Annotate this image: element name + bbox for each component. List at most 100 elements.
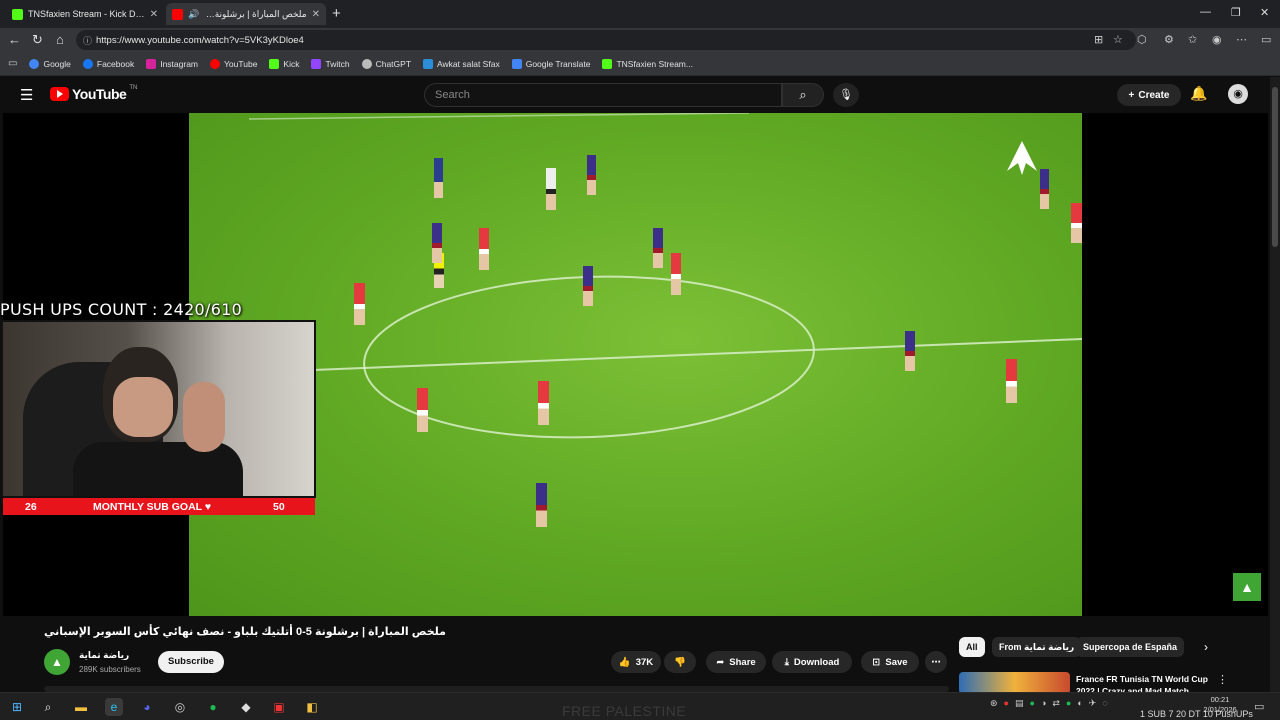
tab-kick-dashboard[interactable]: TNSfaxien Stream - Kick Dashboar ✕: [6, 3, 164, 25]
save-button[interactable]: ⊡ Save: [861, 651, 919, 673]
close-tab-icon[interactable]: ✕: [312, 9, 320, 20]
star-icon[interactable]: ☆: [1113, 33, 1123, 46]
bookmark-awkat-salat[interactable]: Awkat salat Sfax: [423, 58, 500, 69]
new-tab-button[interactable]: +: [332, 5, 341, 22]
bookmark-label: TNSfaxien Stream...: [616, 58, 693, 69]
tray-icon[interactable]: ▤: [1015, 698, 1024, 709]
tray-icon[interactable]: ◐: [1077, 698, 1082, 709]
recommended-video-title[interactable]: France FR Tunisia TN World Cup 2022 | Cr…: [1076, 673, 1216, 693]
bookmark-tnsfaxien-stream[interactable]: TNSfaxien Stream...: [602, 58, 693, 69]
tray-icon[interactable]: ⇄: [1052, 698, 1060, 709]
bookmark-google-translate[interactable]: Google Translate: [511, 58, 590, 69]
tray-icon[interactable]: ●: [1030, 698, 1035, 709]
search-input[interactable]: Search: [424, 83, 782, 107]
chip-from-channel[interactable]: From رياضة تماية: [992, 637, 1082, 657]
channel-branding-icon[interactable]: ▲: [1233, 573, 1261, 601]
share-icon: ➦: [716, 656, 725, 668]
maximize-button[interactable]: ❐: [1231, 6, 1241, 19]
url-field[interactable]: ⓘ https://www.youtube.com/watch?v=5VK3yK…: [76, 30, 1136, 50]
instagram-icon: [146, 58, 157, 69]
more-menu-icon[interactable]: ⋯: [1236, 33, 1247, 46]
bookmark-chatgpt[interactable]: ChatGPT: [361, 58, 411, 69]
app-icon[interactable]: ◆: [237, 698, 255, 716]
extensions-icon[interactable]: ⬡: [1137, 33, 1147, 46]
discord-icon[interactable]: ◕: [138, 698, 156, 716]
download-button[interactable]: ⤓ Download: [772, 651, 852, 673]
bookmark-kick[interactable]: Kick: [269, 58, 299, 69]
search-icon[interactable]: ⌕: [39, 698, 57, 716]
share-button[interactable]: ➦ Share: [706, 651, 766, 673]
voice-search-button[interactable]: 🎙: [833, 83, 859, 107]
clock-time: 00:21: [1210, 695, 1230, 704]
install-app-icon[interactable]: ⊞: [1094, 33, 1103, 46]
bookmark-facebook[interactable]: Facebook: [82, 58, 134, 69]
bookmark-google[interactable]: Google: [29, 58, 71, 69]
notifications-bell-icon[interactable]: 🔔: [1190, 85, 1207, 102]
youtube-logo[interactable]: YouTube TN: [50, 85, 137, 102]
like-count: 37K: [635, 656, 654, 668]
reload-icon[interactable]: ↻: [32, 32, 43, 48]
close-tab-icon[interactable]: ✕: [150, 9, 158, 20]
bookmark-twitch[interactable]: Twitch: [311, 58, 350, 69]
tray-icon[interactable]: ◌: [1102, 698, 1107, 709]
account-avatar[interactable]: ◉: [1228, 84, 1248, 104]
chip-all[interactable]: All: [959, 637, 985, 657]
site-info-icon[interactable]: ⓘ: [83, 34, 92, 47]
download-icon: ⤓: [784, 656, 789, 668]
browser-tab-strip: TNSfaxien Stream - Kick Dashboar ✕ 🔊 ملخ…: [0, 0, 1280, 28]
channel-name[interactable]: رياضة تماية: [79, 650, 129, 661]
page-scrollbar[interactable]: [1270, 77, 1280, 692]
recommended-video-thumbnail[interactable]: [959, 672, 1070, 694]
search-button[interactable]: ⌕: [782, 83, 824, 107]
bookmark-youtube[interactable]: YouTube: [210, 58, 258, 69]
extension-icon[interactable]: ⚙: [1164, 33, 1174, 46]
more-actions-button[interactable]: ⋯: [925, 651, 947, 673]
spotify-icon[interactable]: ●: [204, 698, 222, 716]
kick-icon: [12, 8, 23, 20]
menu-icon[interactable]: ☰: [20, 86, 33, 104]
streamlabs-icon[interactable]: ▣: [270, 698, 288, 716]
system-clock[interactable]: 00:21 2/01/2026: [1200, 695, 1240, 715]
chevron-right-icon[interactable]: ›: [1204, 640, 1208, 654]
create-button[interactable]: + Create: [1117, 84, 1181, 106]
tray-icon[interactable]: ⊛: [990, 698, 998, 709]
streamer-face: [113, 377, 173, 437]
streamer-hand: [183, 382, 225, 452]
bookmark-label: Awkat salat Sfax: [437, 58, 500, 69]
sidebar-icon[interactable]: ▭: [1261, 33, 1271, 46]
youtube-icon: [172, 8, 183, 20]
tab-youtube-video[interactable]: 🔊 ملخص المباراة | برشلونة 5-0 أتل ✕: [166, 3, 326, 25]
file-explorer-icon[interactable]: ▬: [72, 698, 90, 716]
bilbao-player: [1071, 203, 1082, 243]
subscribe-button[interactable]: Subscribe: [158, 651, 224, 673]
speaker-icon[interactable]: 🔊: [188, 9, 199, 20]
chip-supercopa[interactable]: Supercopa de España: [1076, 637, 1185, 657]
windows-start-icon[interactable]: ⊞: [8, 698, 26, 716]
close-window-button[interactable]: ✕: [1260, 6, 1269, 19]
bookmark-label: YouTube: [224, 58, 258, 69]
home-icon[interactable]: ⌂: [56, 32, 64, 47]
bookmark-instagram[interactable]: Instagram: [146, 58, 198, 69]
app-icon[interactable]: ◧: [303, 698, 321, 716]
obs-icon[interactable]: ◎: [171, 698, 189, 716]
bilbao-player: [479, 228, 489, 270]
tray-icon[interactable]: ●: [1004, 698, 1009, 709]
video-frame-football-pitch: [189, 113, 1082, 616]
like-button[interactable]: 👍 37K: [611, 651, 661, 673]
channel-avatar[interactable]: ▲: [44, 649, 70, 675]
bookmarks-menu-icon[interactable]: ▭: [8, 58, 17, 69]
more-vert-icon[interactable]: ⋮: [1217, 673, 1228, 686]
scrollbar-thumb[interactable]: [1272, 87, 1278, 247]
dislike-button[interactable]: 👎: [664, 651, 696, 673]
minimize-button[interactable]: —: [1200, 6, 1211, 18]
tray-icon[interactable]: ✈: [1089, 698, 1097, 709]
edge-browser-icon[interactable]: e: [105, 698, 123, 716]
back-icon[interactable]: ←: [8, 32, 21, 47]
tray-icon[interactable]: ◑: [1041, 698, 1046, 709]
chatgpt-icon: [361, 58, 372, 69]
tray-icon[interactable]: ●: [1066, 698, 1071, 709]
favorites-icon[interactable]: ✩: [1188, 33, 1197, 46]
profile-icon[interactable]: ◉: [1212, 33, 1222, 46]
barcelona-player: [905, 331, 915, 371]
notifications-icon[interactable]: ▭: [1254, 700, 1264, 713]
